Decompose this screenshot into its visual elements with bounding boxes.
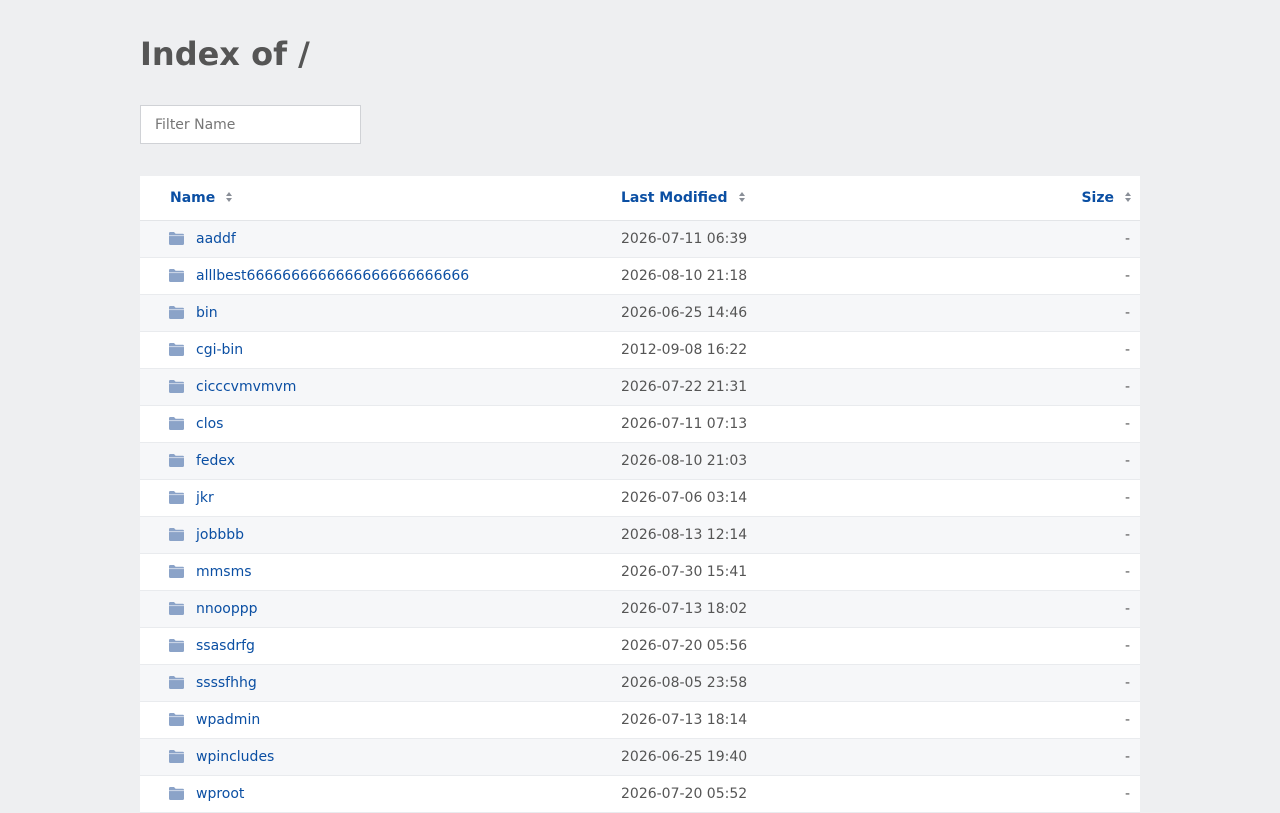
entry-name-link[interactable]: wpincludes — [196, 739, 274, 776]
folder-icon — [168, 786, 185, 801]
entry-size: - — [1124, 638, 1130, 654]
table-row: ssssfhhg 2026-08-05 23:58 - — [140, 665, 1140, 702]
entry-size: - — [1124, 564, 1130, 580]
table-row: bin 2026-06-25 14:46 - — [140, 295, 1140, 332]
table-header: Name Last Modified Size — [140, 176, 1140, 221]
entry-last-modified: 2026-07-11 06:39 — [621, 231, 748, 247]
entry-size: - — [1124, 675, 1130, 691]
entry-last-modified: 2026-06-25 14:46 — [621, 305, 748, 321]
folder-icon — [168, 712, 185, 727]
entry-last-modified: 2026-06-25 19:40 — [621, 749, 748, 765]
folder-icon — [168, 675, 185, 690]
sort-by-name-header[interactable]: Name — [170, 176, 233, 220]
page-title: Index of / — [140, 35, 310, 73]
entry-size: - — [1124, 786, 1130, 802]
entry-size: - — [1124, 712, 1130, 728]
folder-icon — [168, 231, 185, 246]
entry-size: - — [1124, 490, 1130, 506]
sort-by-last-modified-header[interactable]: Last Modified — [621, 176, 746, 220]
folder-icon — [168, 453, 185, 468]
sort-arrows-icon — [1124, 191, 1132, 203]
entry-last-modified: 2026-08-10 21:03 — [621, 453, 748, 469]
entry-name-link[interactable]: cicccvmvmvm — [196, 369, 296, 406]
entry-name-link[interactable]: ssasdrfg — [196, 628, 255, 665]
folder-icon — [168, 638, 185, 653]
entry-name-link[interactable]: bin — [196, 295, 218, 332]
table-row: clos 2026-07-11 07:13 - — [140, 406, 1140, 443]
sort-arrows-icon — [738, 191, 746, 203]
entry-name-link[interactable]: alllbest6666666666666666666666666 — [196, 258, 469, 295]
entry-name-link[interactable]: mmsms — [196, 554, 252, 591]
entry-last-modified: 2012-09-08 16:22 — [621, 342, 748, 358]
entry-last-modified: 2026-07-22 21:31 — [621, 379, 748, 395]
entry-size: - — [1124, 342, 1130, 358]
entry-size: - — [1124, 305, 1130, 321]
table-body: aaddf 2026-07-11 06:39 - alllbest6666666… — [140, 221, 1140, 813]
file-table: Name Last Modified Size aaddf 2026-07-11… — [140, 176, 1140, 813]
entry-name-link[interactable]: wpadmin — [196, 702, 260, 739]
entry-last-modified: 2026-08-05 23:58 — [621, 675, 748, 691]
entry-name-link[interactable]: aaddf — [196, 221, 236, 258]
entry-last-modified: 2026-08-10 21:18 — [621, 268, 748, 284]
folder-icon — [168, 564, 185, 579]
entry-last-modified: 2026-07-30 15:41 — [621, 564, 748, 580]
entry-last-modified: 2026-08-13 12:14 — [621, 527, 748, 543]
folder-icon — [168, 416, 185, 431]
entry-last-modified: 2026-07-20 05:56 — [621, 638, 748, 654]
sort-by-size-header[interactable]: Size — [1081, 176, 1132, 220]
table-row: jobbbb 2026-08-13 12:14 - — [140, 517, 1140, 554]
table-row: mmsms 2026-07-30 15:41 - — [140, 554, 1140, 591]
entry-last-modified: 2026-07-20 05:52 — [621, 786, 748, 802]
table-row: wpincludes 2026-06-25 19:40 - — [140, 739, 1140, 776]
table-row: cgi-bin 2012-09-08 16:22 - — [140, 332, 1140, 369]
entry-name-link[interactable]: fedex — [196, 443, 235, 480]
filter-name-input[interactable] — [140, 105, 361, 144]
table-row: nnooppp 2026-07-13 18:02 - — [140, 591, 1140, 628]
entry-size: - — [1124, 379, 1130, 395]
table-row: ssasdrfg 2026-07-20 05:56 - — [140, 628, 1140, 665]
entry-name-link[interactable]: wproot — [196, 776, 244, 813]
entry-last-modified: 2026-07-11 07:13 — [621, 416, 748, 432]
entry-last-modified: 2026-07-13 18:14 — [621, 712, 748, 728]
table-row: fedex 2026-08-10 21:03 - — [140, 443, 1140, 480]
entry-last-modified: 2026-07-13 18:02 — [621, 601, 748, 617]
entry-size: - — [1124, 749, 1130, 765]
entry-name-link[interactable]: nnooppp — [196, 591, 258, 628]
folder-icon — [168, 490, 185, 505]
entry-size: - — [1124, 416, 1130, 432]
table-row: jkr 2026-07-06 03:14 - — [140, 480, 1140, 517]
entry-size: - — [1124, 527, 1130, 543]
entry-size: - — [1124, 601, 1130, 617]
last-modified-column-label: Last Modified — [621, 190, 728, 206]
folder-icon — [168, 305, 185, 320]
table-row: aaddf 2026-07-11 06:39 - — [140, 221, 1140, 258]
folder-icon — [168, 379, 185, 394]
entry-name-link[interactable]: cgi-bin — [196, 332, 243, 369]
entry-last-modified: 2026-07-06 03:14 — [621, 490, 748, 506]
table-row: cicccvmvmvm 2026-07-22 21:31 - — [140, 369, 1140, 406]
sort-arrows-icon — [225, 191, 233, 203]
table-row: alllbest6666666666666666666666666 2026-0… — [140, 258, 1140, 295]
folder-icon — [168, 749, 185, 764]
table-row: wpadmin 2026-07-13 18:14 - — [140, 702, 1140, 739]
folder-icon — [168, 601, 185, 616]
folder-icon — [168, 268, 185, 283]
name-column-label: Name — [170, 190, 216, 206]
entry-name-link[interactable]: jkr — [196, 480, 214, 517]
entry-size: - — [1124, 268, 1130, 284]
folder-icon — [168, 342, 185, 357]
entry-name-link[interactable]: jobbbb — [196, 517, 244, 554]
size-column-label: Size — [1081, 190, 1114, 206]
entry-size: - — [1124, 231, 1130, 247]
entry-name-link[interactable]: clos — [196, 406, 223, 443]
entry-size: - — [1124, 453, 1130, 469]
entry-name-link[interactable]: ssssfhhg — [196, 665, 257, 702]
folder-icon — [168, 527, 185, 542]
table-row: wproot 2026-07-20 05:52 - — [140, 776, 1140, 813]
